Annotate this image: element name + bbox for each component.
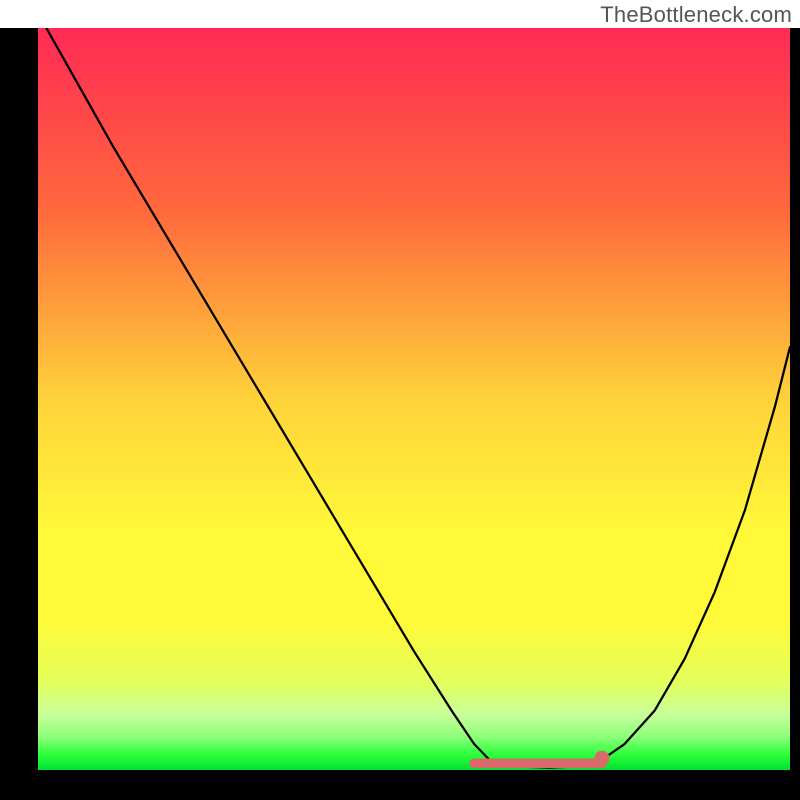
plot-area [38, 28, 790, 770]
chart-frame: TheBottleneck.com [0, 0, 800, 800]
gradient-background [38, 28, 790, 770]
plot-outer-border [0, 28, 800, 800]
plot-svg [38, 28, 790, 770]
watermark-label: TheBottleneck.com [600, 2, 792, 28]
optimal-end-marker [594, 751, 609, 766]
